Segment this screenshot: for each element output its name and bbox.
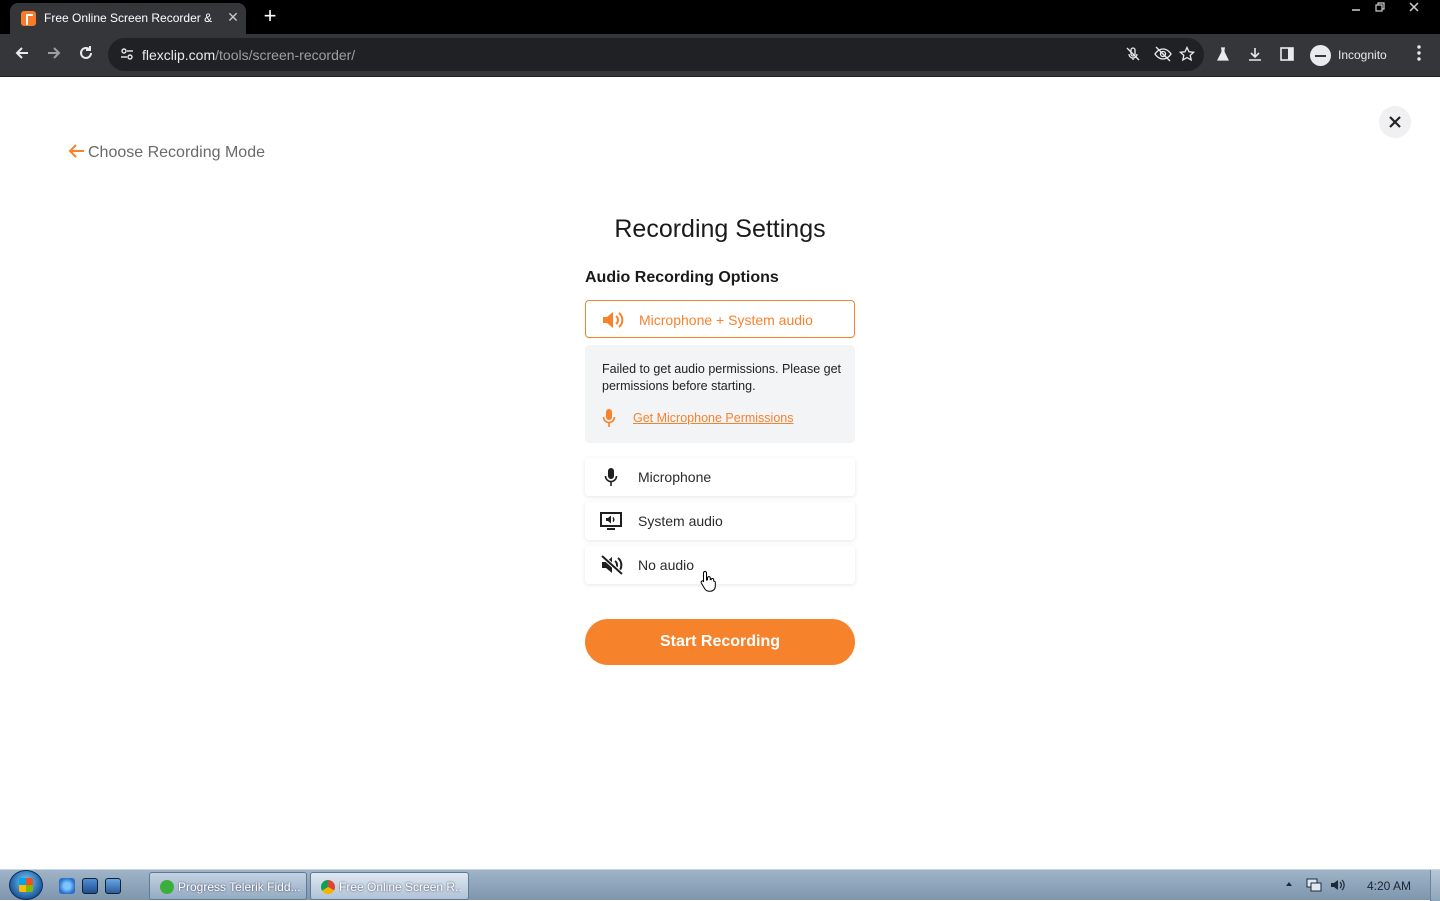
tab-close-icon[interactable]: ✕ xyxy=(225,9,241,25)
browser-toolbar: flexclip.com/tools/screen-recorder/ Inco… xyxy=(0,34,1440,77)
switch-windows-icon[interactable] xyxy=(105,878,121,894)
back-to-recording-mode-link[interactable]: Choose Recording Mode xyxy=(68,142,265,164)
option-system-audio[interactable]: System audio xyxy=(585,502,855,540)
incognito-label: Incognito xyxy=(1338,48,1387,62)
browser-menu-icon[interactable] xyxy=(1409,44,1429,68)
close-button[interactable] xyxy=(1379,106,1411,138)
option-label: Microphone + System audio xyxy=(639,312,813,328)
audio-options-heading: Audio Recording Options xyxy=(585,269,779,286)
windows-taskbar: Progress Telerik Fidd... Free Online Scr… xyxy=(0,869,1440,901)
site-settings-icon[interactable] xyxy=(120,47,134,61)
option-no-audio[interactable]: No audio xyxy=(585,546,855,584)
new-tab-button[interactable]: + xyxy=(259,5,281,28)
internet-explorer-icon[interactable] xyxy=(59,878,75,894)
option-label: System audio xyxy=(638,513,723,529)
network-icon[interactable] xyxy=(1306,878,1322,895)
start-recording-button[interactable]: Start Recording xyxy=(585,619,855,665)
taskbar-item-label: Progress Telerik Fidd... xyxy=(178,880,300,894)
download-icon[interactable] xyxy=(1245,46,1265,66)
microphone-icon xyxy=(600,467,622,487)
bookmark-star-icon[interactable] xyxy=(1178,45,1196,64)
windows-start-icon[interactable] xyxy=(9,870,43,900)
show-desktop-quicklaunch-icon[interactable] xyxy=(82,878,98,894)
taskbar-clock[interactable]: 4:20 AM xyxy=(1367,879,1411,893)
page-title: Recording Settings xyxy=(614,215,826,243)
address-bar[interactable]: flexclip.com/tools/screen-recorder/ xyxy=(108,38,1204,71)
mute-icon xyxy=(600,554,624,576)
permission-warning-box: Failed to get audio permissions. Please … xyxy=(585,345,855,443)
window-minimize-button[interactable] xyxy=(1344,0,1368,18)
recording-settings-page: Choose Recording Mode Recording Settings… xyxy=(0,77,1440,869)
microphone-blocked-icon[interactable] xyxy=(1124,46,1142,64)
eye-blocked-icon[interactable] xyxy=(1154,46,1172,64)
permission-message: Failed to get audio permissions. Please … xyxy=(602,362,842,393)
tray-expand-icon[interactable] xyxy=(1284,878,1294,892)
side-panel-icon[interactable] xyxy=(1277,46,1297,66)
url-domain: flexclip.com xyxy=(142,47,216,63)
microphone-icon xyxy=(602,408,616,428)
forward-arrow-icon[interactable] xyxy=(42,44,66,68)
chrome-icon xyxy=(321,880,335,894)
tab-title: Free Online Screen Recorder & Video xyxy=(44,11,214,25)
get-microphone-permissions-link[interactable]: Get Microphone Permissions xyxy=(633,411,793,425)
browser-tab[interactable]: Free Online Screen Recorder & Video ✕ xyxy=(10,3,246,34)
speaker-icon xyxy=(601,310,624,330)
reload-icon[interactable] xyxy=(74,44,98,68)
incognito-icon xyxy=(1310,45,1331,66)
monitor-audio-icon xyxy=(600,511,622,531)
window-restore-button[interactable] xyxy=(1368,0,1392,18)
browser-titlebar: Free Online Screen Recorder & Video ✕ + xyxy=(0,0,1440,34)
incognito-profile-button[interactable]: Incognito xyxy=(1308,42,1400,69)
hand-cursor-icon xyxy=(700,570,716,592)
taskbar-item-label: Free Online Screen R... xyxy=(339,880,461,894)
back-arrow-icon xyxy=(68,142,86,164)
back-arrow-icon[interactable] xyxy=(10,44,34,68)
window-close-button[interactable] xyxy=(1400,0,1428,18)
option-label: No audio xyxy=(638,557,695,573)
url-text: flexclip.com/tools/screen-recorder/ xyxy=(142,47,355,63)
labs-flask-icon[interactable] xyxy=(1213,46,1233,66)
option-label: Microphone xyxy=(638,469,712,485)
volume-icon[interactable] xyxy=(1330,878,1346,895)
url-path: /tools/screen-recorder/ xyxy=(215,47,356,63)
option-microphone[interactable]: Microphone xyxy=(585,458,855,496)
flexclip-favicon-icon xyxy=(21,11,36,26)
show-desktop-button[interactable] xyxy=(1430,870,1440,901)
taskbar-item-browser[interactable]: Free Online Screen R... xyxy=(310,872,469,900)
back-link-label: Choose Recording Mode xyxy=(88,144,265,161)
option-microphone-system-audio[interactable]: Microphone + System audio xyxy=(585,300,855,338)
fiddler-icon xyxy=(160,880,174,894)
taskbar-item-fiddler[interactable]: Progress Telerik Fidd... xyxy=(149,872,307,900)
